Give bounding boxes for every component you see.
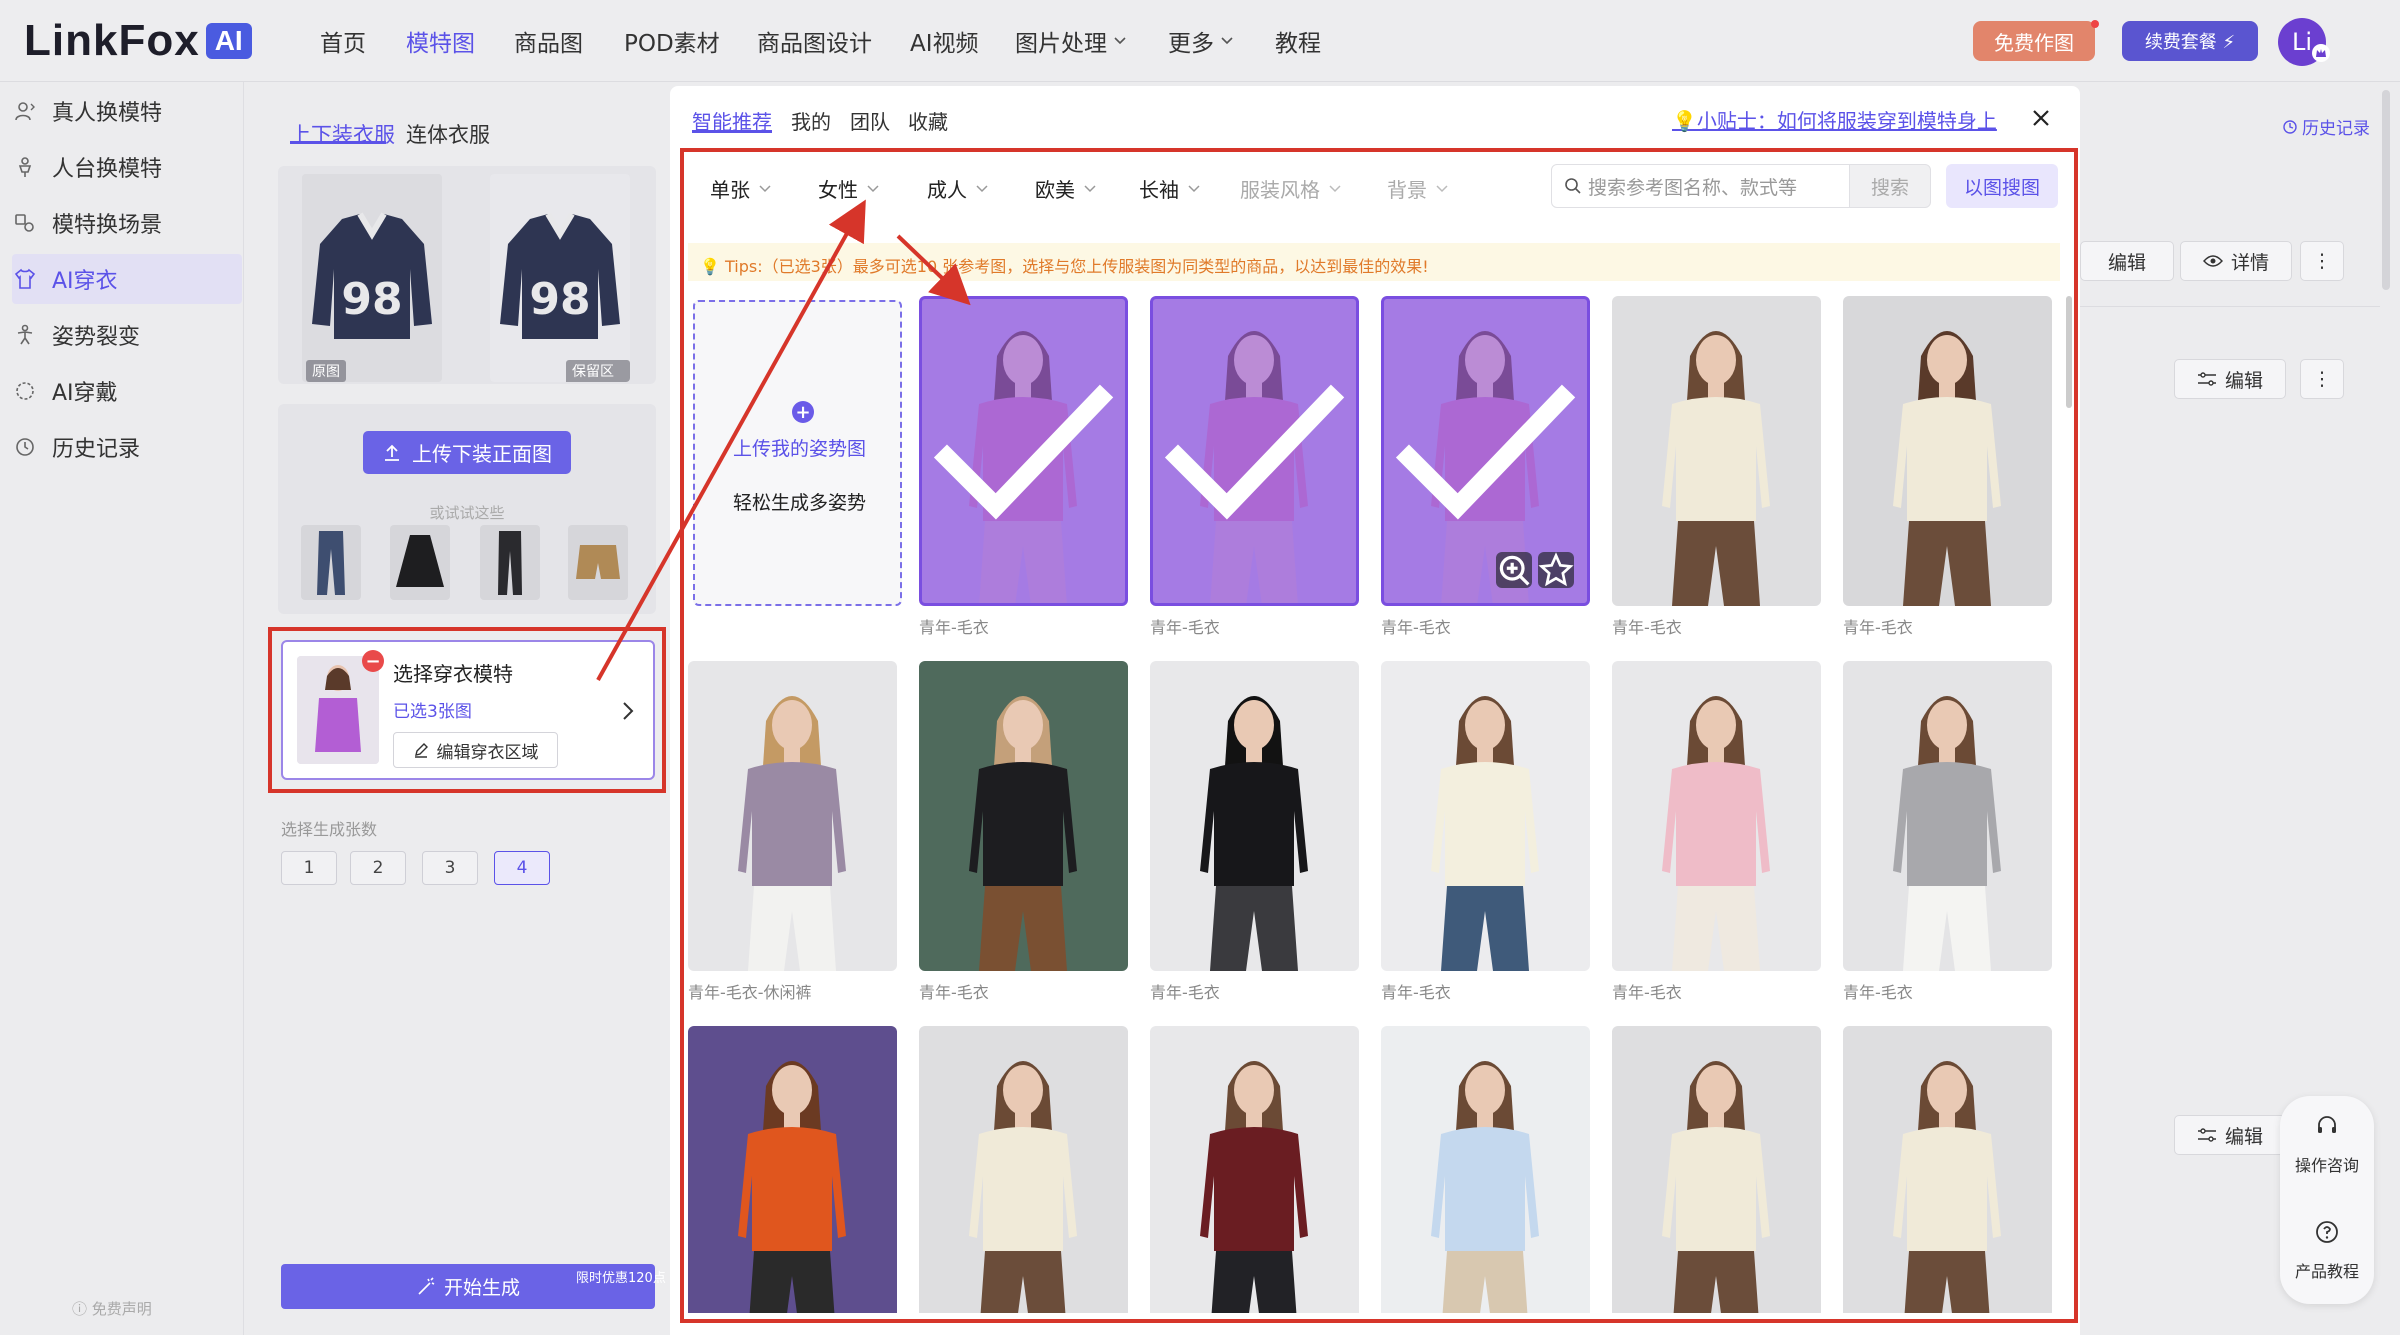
divider xyxy=(2080,306,2380,307)
generate-count-label: 选择生成张数 xyxy=(281,820,378,839)
consult-button[interactable]: 操作咨询 xyxy=(2280,1152,2374,1176)
mannequin-icon xyxy=(18,157,32,177)
sidebar-item-label: AI穿衣 xyxy=(52,269,118,294)
chevron-down-icon xyxy=(1114,37,1126,45)
history-link[interactable]: 历史记录 xyxy=(2282,114,2370,139)
tab-team[interactable]: 团队 xyxy=(850,106,890,135)
nav-more[interactable]: 更多 xyxy=(1168,24,1234,58)
promo-badge: 限时优惠120点 xyxy=(576,1271,666,1286)
sidebar-item-label: 真人换模特 xyxy=(52,101,163,126)
nav-image-processing[interactable]: 图片处理 xyxy=(1015,24,1127,58)
nav-home[interactable]: 首页 xyxy=(320,24,366,58)
crown-badge-icon xyxy=(2312,44,2330,62)
nav-model-image[interactable]: 模特图 xyxy=(406,24,475,58)
svg-text:98: 98 xyxy=(341,274,402,325)
sidebar-item-mannequin-swap[interactable]: 人台换模特 xyxy=(12,142,242,192)
count-option-1[interactable]: 1 xyxy=(281,851,337,885)
disclaimer-link[interactable]: ⓘ 免费声明 xyxy=(72,1298,152,1319)
upload-bottom-button[interactable]: 上传下装正面图 xyxy=(363,431,571,474)
tutorial-button[interactable]: 产品教程 xyxy=(2280,1258,2374,1282)
garment-original-thumb[interactable]: 98 原图 xyxy=(302,174,442,382)
renew-plan-button[interactable]: 续费套餐 ⚡ xyxy=(2122,21,2258,61)
free-drawing-button[interactable]: 免费作图 xyxy=(1973,21,2095,61)
nav-product-design[interactable]: 商品图设计 xyxy=(757,24,872,58)
pose-icon xyxy=(17,324,33,345)
more-options-button[interactable]: ⋮ xyxy=(2300,241,2344,281)
sidebar-item-ai-dressing[interactable]: AI穿衣 xyxy=(12,254,242,304)
sidebar-item-real-model-swap[interactable]: 真人换模特 xyxy=(12,86,242,136)
history-icon xyxy=(16,438,34,456)
headset-icon xyxy=(2318,1116,2336,1133)
wear-icon xyxy=(16,382,34,400)
tip-link[interactable]: 💡小贴士：如何将服装穿到模特身上 xyxy=(1672,105,1997,134)
tab-top-bottom[interactable]: 上下装衣服 xyxy=(290,119,395,149)
nav-ai-video[interactable]: AI视频 xyxy=(910,24,979,58)
sidebar-item-history[interactable]: 历史记录 xyxy=(12,422,242,472)
eye-icon xyxy=(2203,255,2223,267)
upload-icon xyxy=(385,444,399,461)
sample-jeans-thumb[interactable] xyxy=(301,525,361,600)
sidebar-item-label: 人台换模特 xyxy=(52,157,163,182)
top-header: LinkFox AI 首页 模特图 商品图 POD素材 商品图设计 AI视频 图… xyxy=(0,0,2400,82)
garment-keep-area-thumb[interactable]: 98 保留区域 xyxy=(490,174,630,382)
original-tag: 原图 xyxy=(306,360,346,382)
nav-product-image[interactable]: 商品图 xyxy=(514,24,583,58)
tab-underline xyxy=(692,130,772,133)
logo-text: LinkFox xyxy=(24,16,200,65)
nav-tutorial[interactable]: 教程 xyxy=(1275,24,1321,58)
logo[interactable]: LinkFox AI xyxy=(24,16,252,66)
tab-underline xyxy=(290,141,386,144)
tab-mine[interactable]: 我的 xyxy=(791,106,831,135)
edit-button[interactable]: 编辑 xyxy=(2174,1115,2286,1155)
keep-area-tag: 保留区域 xyxy=(566,360,630,382)
person-swap-icon xyxy=(15,102,35,121)
jersey-image: 98 xyxy=(302,174,442,382)
nav-pod[interactable]: POD素材 xyxy=(624,24,720,58)
count-option-4[interactable]: 4 xyxy=(494,851,550,885)
try-these-label: 或试试这些 xyxy=(429,504,505,522)
sidebar-item-scene-swap[interactable]: 模特换场景 xyxy=(12,198,242,248)
sample-shorts-thumb[interactable] xyxy=(568,525,628,600)
sidebar-item-label: 模特换场景 xyxy=(52,213,163,238)
sample-pants-thumb[interactable] xyxy=(480,525,540,600)
edit-button[interactable]: 编辑 xyxy=(2174,359,2286,399)
sliders-icon xyxy=(2197,372,2216,386)
tab-favorites[interactable]: 收藏 xyxy=(908,106,948,135)
count-option-2[interactable]: 2 xyxy=(350,851,406,885)
detail-button[interactable]: 详情 xyxy=(2180,241,2292,281)
magic-wand-icon xyxy=(418,1276,435,1295)
annotation-box-model xyxy=(268,627,666,793)
sidebar-item-ai-wear[interactable]: AI穿戴 xyxy=(12,366,242,416)
more-options-button[interactable]: ⋮ xyxy=(2300,359,2344,399)
svg-text:98: 98 xyxy=(529,274,590,325)
logo-ai-badge: AI xyxy=(205,23,252,59)
sliders-icon xyxy=(2197,1128,2216,1142)
history-icon xyxy=(2283,119,2297,134)
shirt-icon xyxy=(14,268,36,289)
sample-skirt-thumb[interactable] xyxy=(390,525,450,600)
floating-help-card: 操作咨询 产品教程 xyxy=(2280,1096,2374,1304)
notification-dot xyxy=(2091,20,2099,28)
page-scrollbar[interactable] xyxy=(2382,90,2390,290)
close-icon[interactable] xyxy=(2026,103,2056,133)
sidebar-item-label: AI穿戴 xyxy=(52,381,118,406)
sidebar-item-label: 历史记录 xyxy=(52,437,141,462)
chevron-down-icon xyxy=(1221,37,1233,45)
edit-button[interactable]: 编辑 xyxy=(2080,241,2174,281)
question-icon xyxy=(2316,1221,2338,1243)
scene-swap-icon xyxy=(15,214,34,232)
sidebar-item-label: 姿势裂变 xyxy=(52,325,141,350)
sidebar-item-pose-variation[interactable]: 姿势裂变 xyxy=(12,310,242,360)
jersey-image: 98 xyxy=(490,174,630,382)
annotation-box-picker xyxy=(680,148,2078,1323)
tab-one-piece[interactable]: 连体衣服 xyxy=(406,119,490,149)
count-option-3[interactable]: 3 xyxy=(422,851,478,885)
